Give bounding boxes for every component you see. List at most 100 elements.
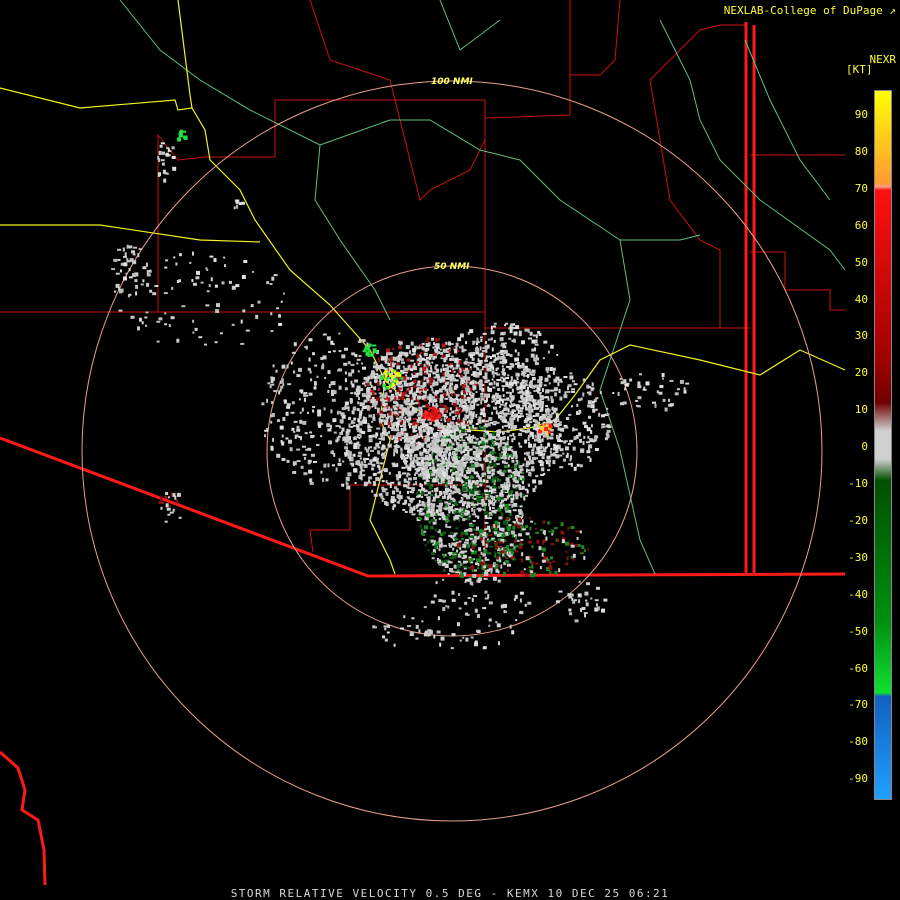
echo-pixel [440, 450, 443, 454]
echo-pixel [502, 469, 507, 473]
echo-pixel [457, 622, 460, 627]
echo-pixel [552, 560, 556, 563]
echo-pixel [542, 357, 545, 360]
echo-pixel [482, 407, 485, 411]
echo-pixel [308, 469, 313, 474]
echo-pixel [538, 391, 542, 394]
echo-pixel [302, 453, 307, 456]
echo-pixel [551, 529, 555, 534]
echo-pixel [434, 422, 439, 426]
echo-pixel [407, 444, 412, 447]
echo-pixel [443, 460, 446, 465]
echo-pixel [513, 502, 518, 507]
echo-pixel [477, 554, 480, 557]
echo-pixel [390, 499, 395, 504]
echo-pixel [556, 354, 559, 356]
echo-pixel [435, 455, 438, 458]
echo-pixel [491, 507, 495, 509]
echo-pixel [467, 429, 471, 431]
echo-pixel [411, 425, 416, 429]
echo-pixel [517, 391, 521, 394]
echo-pixel [442, 578, 445, 581]
echo-pixel [363, 348, 367, 352]
echo-pixel [397, 354, 402, 357]
echo-pixel [146, 282, 150, 287]
echo-pixel [401, 384, 404, 388]
echo-pixel [414, 459, 419, 463]
ring-label-100: 100 NMI [431, 77, 473, 87]
echo-pixel [441, 355, 445, 359]
echo-pixel [410, 359, 415, 362]
echo-pixel [426, 414, 431, 417]
echo-pixel [574, 599, 577, 602]
echo-pixel [458, 607, 462, 610]
velocity-color-legend [874, 90, 892, 800]
echo-pixel [569, 375, 574, 380]
echo-pixel [214, 341, 218, 344]
echo-pixel [282, 383, 285, 387]
echo-pixel [358, 414, 362, 419]
echo-pixel [436, 630, 441, 634]
echo-pixel [416, 491, 419, 496]
echo-pixel [397, 419, 402, 422]
echo-pixel [540, 443, 543, 447]
echo-pixel [454, 367, 459, 370]
echo-pixel [332, 350, 336, 353]
echo-pixel [499, 472, 504, 476]
echo-pixel [345, 449, 348, 452]
echo-pixel [452, 467, 457, 471]
echo-pixel [470, 439, 473, 444]
echo-pixel [461, 345, 464, 349]
echo-pixel [478, 360, 483, 363]
echo-pixel [620, 381, 624, 385]
echo-pixel [534, 522, 537, 525]
echo-pixel [349, 398, 353, 402]
echo-pixel [541, 559, 546, 563]
echo-pixel [464, 581, 467, 584]
echo-pixel [494, 442, 499, 446]
echo-pixel [379, 462, 384, 465]
echo-pixel [387, 444, 392, 446]
echo-pixel [481, 350, 486, 353]
echo-pixel [373, 446, 377, 450]
echo-pixel [479, 379, 483, 382]
echo-pixel [305, 448, 308, 451]
echo-pixel [425, 451, 430, 455]
echo-pixel [376, 427, 381, 430]
echo-pixel [637, 396, 642, 400]
echo-pixel [338, 385, 342, 390]
echo-pixel [567, 442, 571, 445]
echo-pixel [528, 435, 530, 438]
echo-pixel [424, 347, 429, 351]
echo-pixel [587, 435, 590, 439]
echo-pixel [594, 448, 599, 451]
echo-pixel [550, 447, 553, 450]
legend-tick: -50 [848, 624, 868, 638]
echo-pixel [430, 436, 434, 439]
echo-pixel [342, 460, 345, 463]
echo-pixel [472, 513, 477, 516]
echo-pixel [545, 412, 548, 417]
echo-pixel [444, 397, 449, 400]
echo-pixel [189, 261, 192, 264]
echo-pixel [462, 518, 466, 522]
echo-pixel [370, 385, 373, 388]
echo-pixel [124, 252, 127, 257]
echo-pixel [534, 360, 537, 364]
echo-pixel [441, 376, 446, 380]
echo-pixel [123, 262, 128, 267]
echo-pixel [489, 545, 493, 548]
echo-pixel [462, 376, 467, 381]
echo-pixel [406, 358, 410, 362]
echo-pixel [308, 392, 313, 396]
echo-pixel [353, 445, 358, 449]
echo-pixel [327, 463, 330, 468]
echo-pixel [423, 490, 428, 493]
echo-pixel [515, 325, 520, 330]
echo-pixel [483, 449, 486, 452]
echo-pixel [309, 478, 313, 483]
echo-pixel [449, 484, 452, 487]
echo-pixel [645, 381, 650, 386]
echo-pixel [392, 490, 395, 495]
echo-pixel [407, 437, 410, 441]
